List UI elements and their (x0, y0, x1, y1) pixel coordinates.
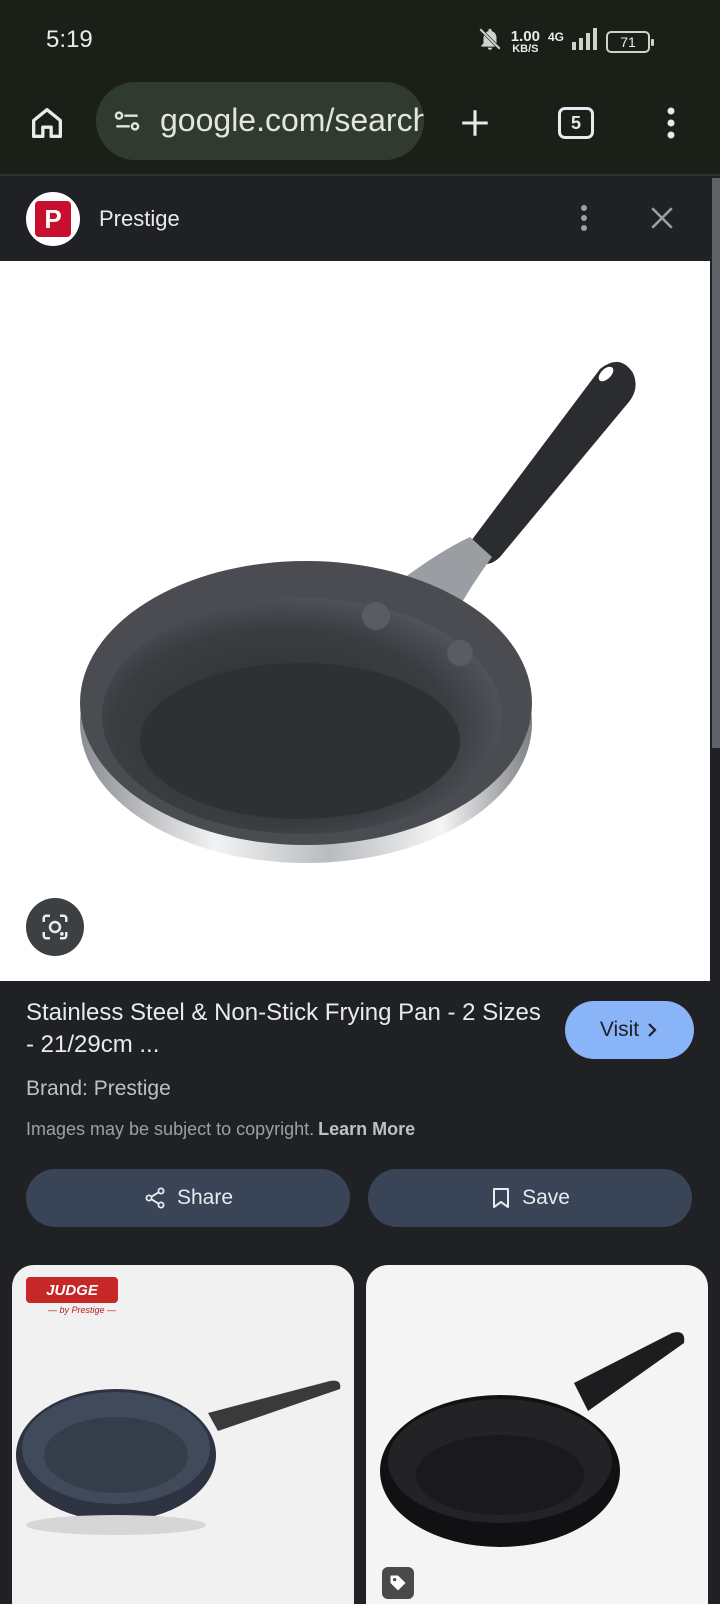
address-bar[interactable]: google.com/search (96, 82, 424, 160)
lens-icon (42, 914, 68, 940)
battery-icon: 71 (606, 30, 654, 53)
lens-search-button[interactable] (26, 898, 84, 956)
main-product-image[interactable] (0, 261, 710, 981)
judge-pan-image (16, 1380, 341, 1535)
brand-label: Brand: Prestige (26, 1077, 171, 1100)
image-viewer-header: P Prestige (0, 178, 710, 261)
visit-button[interactable]: Visit (565, 1001, 694, 1059)
mute-notification-icon (477, 26, 503, 57)
copyright-notice: Images may be subject to copyright. Learn… (26, 1119, 416, 1139)
source-logo[interactable]: P (26, 192, 80, 246)
site-info-icon[interactable] (110, 104, 144, 138)
status-icons: 1.00 KB/S 4G 71 (477, 26, 654, 57)
frying-pan-image (80, 361, 636, 863)
close-icon[interactable] (644, 198, 680, 238)
tag-icon (390, 1575, 406, 1591)
learn-more-link[interactable]: Learn More (318, 1119, 415, 1139)
chevron-right-icon (648, 1023, 657, 1037)
home-icon[interactable] (24, 100, 70, 146)
scrollbar[interactable] (712, 178, 720, 748)
browser-toolbar: google.com/search 5 (0, 80, 720, 176)
tab-switcher-button[interactable]: 5 (553, 100, 599, 146)
related-image-2[interactable] (366, 1265, 708, 1604)
related-image-1[interactable]: JUDGE — by Prestige — (12, 1265, 354, 1604)
source-name[interactable]: Prestige (99, 206, 180, 232)
share-button[interactable]: Share (26, 1169, 350, 1227)
image-details: Stainless Steel & Non-Stick Frying Pan -… (0, 981, 720, 1261)
tab-count: 5 (558, 107, 594, 139)
network-type: 4G (547, 29, 564, 44)
url-text: google.com/search (160, 102, 424, 138)
product-tag-badge (382, 1567, 414, 1599)
new-tab-icon[interactable] (452, 100, 498, 146)
product-title[interactable]: Stainless Steel & Non-Stick Frying Pan -… (26, 997, 546, 1061)
status-time: 5:19 (46, 26, 93, 53)
more-options-icon[interactable] (566, 198, 602, 238)
share-icon (145, 1187, 165, 1209)
black-pan-image (380, 1332, 685, 1547)
status-bar: 5:19 1.00 KB/S 4G 71 (0, 0, 720, 80)
browser-menu-icon[interactable] (648, 100, 694, 146)
network-speed: 1.00 KB/S (510, 27, 540, 55)
save-button[interactable]: Save (368, 1169, 692, 1227)
bookmark-icon (493, 1188, 510, 1208)
signal-icon (572, 28, 598, 55)
